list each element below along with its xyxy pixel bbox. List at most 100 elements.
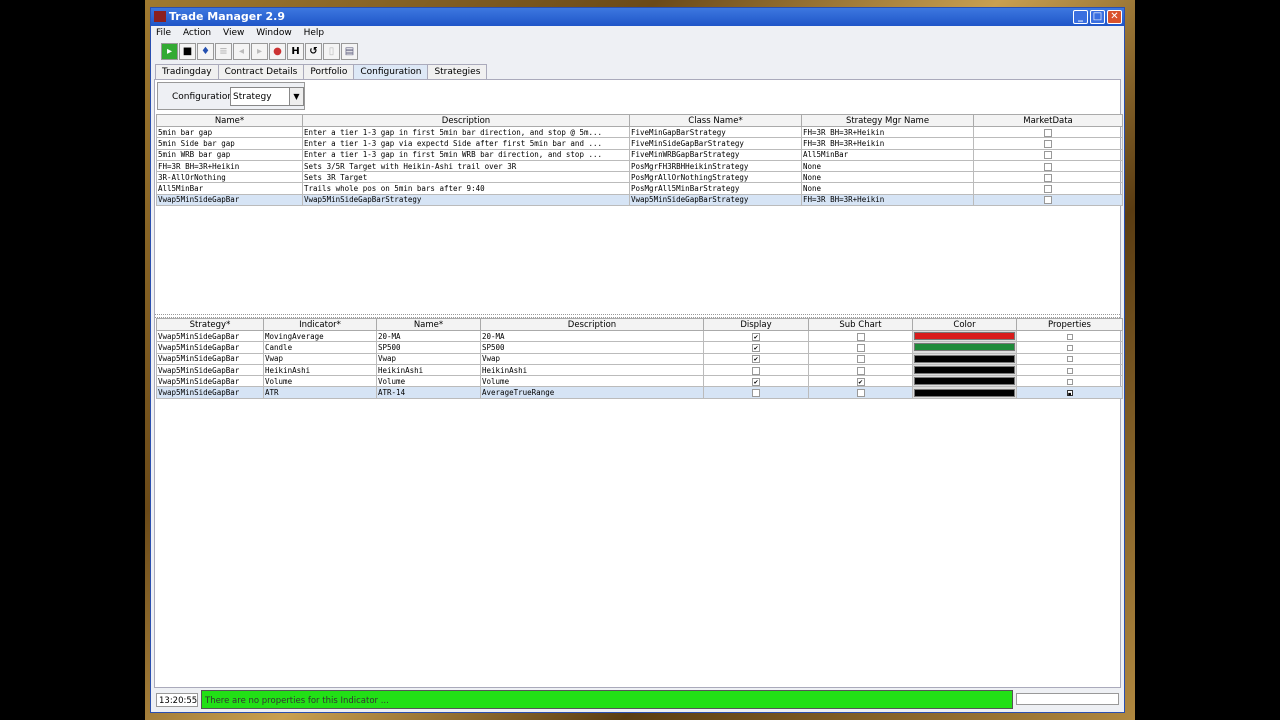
table-cell[interactable]: SP500: [376, 341, 481, 354]
save-icon[interactable]: ■: [179, 43, 196, 60]
table-cell[interactable]: Enter a tier 1-3 gap via expectd Side af…: [302, 137, 630, 150]
column-header[interactable]: Color: [912, 318, 1017, 331]
table-cell[interactable]: All5MinBar: [801, 148, 974, 161]
connect-icon[interactable]: ♦: [197, 43, 214, 60]
tab-contract-details[interactable]: Contract Details: [217, 64, 305, 79]
back-icon[interactable]: ◂: [233, 43, 250, 60]
sub-chart-checkbox[interactable]: [856, 343, 865, 352]
menu-view[interactable]: View: [223, 28, 244, 38]
properties-cell[interactable]: [1016, 329, 1123, 343]
properties-cell[interactable]: [1016, 341, 1123, 354]
display-cell[interactable]: ✔: [703, 341, 809, 354]
table-cell[interactable]: Vwap: [376, 352, 481, 365]
sub-chart-cell[interactable]: [808, 352, 913, 365]
table-cell[interactable]: ATR-14: [376, 386, 481, 399]
menu-help[interactable]: Help: [304, 28, 325, 38]
table-cell[interactable]: Vwap5MinSideGapBarStrategy: [302, 193, 630, 207]
table-row[interactable]: Vwap5MinSideGapBar Candle SP500 SP500 ✔: [156, 341, 1123, 354]
table-row[interactable]: Vwap5MinSideGapBar Vwap Vwap Vwap ✔: [156, 352, 1123, 365]
display-cell[interactable]: [703, 363, 809, 377]
color-swatch[interactable]: [914, 377, 1015, 386]
table-row[interactable]: FH=3R BH=3R+Heikin Sets 3/5R Target with …: [156, 159, 1123, 173]
sub-chart-cell[interactable]: [808, 363, 913, 377]
table-cell[interactable]: None: [801, 159, 974, 173]
sub-chart-checkbox[interactable]: [856, 389, 865, 398]
table-cell[interactable]: Volume: [263, 375, 377, 388]
color-cell[interactable]: [912, 352, 1017, 365]
maximize-button[interactable]: □: [1090, 10, 1105, 24]
column-header[interactable]: Name*: [156, 114, 303, 127]
table-row[interactable]: Vwap5MinSideGapBar ATR ATR-14 AverageTrueRa…: [156, 386, 1123, 399]
table-cell[interactable]: Vwap: [263, 352, 377, 365]
delete-icon[interactable]: ≡: [215, 43, 232, 60]
heikin-icon[interactable]: H: [287, 43, 304, 60]
refresh-icon[interactable]: ↺: [305, 43, 322, 60]
table-cell[interactable]: PosMgrAllOrNothingStrategy: [629, 171, 802, 184]
color-swatch[interactable]: [914, 343, 1015, 352]
market-data-checkbox[interactable]: [1044, 173, 1052, 182]
market-data-cell[interactable]: [973, 182, 1123, 195]
display-checkbox[interactable]: ✔: [752, 332, 760, 341]
sub-chart-cell[interactable]: [808, 329, 913, 343]
menu-window[interactable]: Window: [256, 28, 292, 38]
column-header[interactable]: MarketData: [973, 114, 1123, 127]
table-cell[interactable]: 5min bar gap: [156, 125, 303, 139]
tab-tradingday[interactable]: Tradingday: [155, 64, 219, 79]
stop-icon[interactable]: ●: [269, 43, 286, 60]
display-cell[interactable]: ✔: [703, 329, 809, 343]
table-cell[interactable]: FiveMinSideGapBarStrategy: [629, 137, 802, 150]
market-data-cell[interactable]: [973, 193, 1123, 207]
table-cell[interactable]: Vwap5MinSideGapBar: [156, 363, 264, 377]
minimize-button[interactable]: _: [1073, 10, 1088, 24]
market-data-cell[interactable]: [973, 125, 1123, 139]
market-data-checkbox[interactable]: [1044, 196, 1052, 205]
market-data-cell[interactable]: [973, 148, 1123, 161]
table-row[interactable]: Vwap5MinSideGapBar MovingAverage 20-MA 20-M…: [156, 329, 1123, 343]
table-cell[interactable]: SP500: [480, 341, 704, 354]
display-checkbox[interactable]: [752, 389, 760, 398]
market-data-checkbox[interactable]: [1044, 139, 1052, 148]
properties-cell[interactable]: [1016, 375, 1123, 388]
properties-cell[interactable]: [1016, 352, 1123, 365]
table-cell[interactable]: FH=3R BH=3R+Heikin: [801, 137, 974, 150]
properties-cell[interactable]: ▪: [1016, 386, 1123, 399]
table-row[interactable]: 5min Side bar gap Enter a tier 1-3 gap vi…: [156, 137, 1123, 150]
table-cell[interactable]: FiveMinWRBGapBarStrategy: [629, 148, 802, 161]
display-checkbox[interactable]: ✔: [752, 355, 760, 364]
table-cell[interactable]: Vwap5MinSideGapBar: [156, 386, 264, 399]
table-cell[interactable]: ATR: [263, 386, 377, 399]
table-cell[interactable]: 5min WRB bar gap: [156, 148, 303, 161]
title-bar[interactable]: Trade Manager 2.9 _ □ ✕: [151, 8, 1124, 26]
properties-button[interactable]: [1066, 356, 1073, 363]
table-row[interactable]: 5min bar gap Enter a tier 1-3 gap in firs…: [156, 125, 1123, 139]
table-cell[interactable]: AverageTrueRange: [480, 386, 704, 399]
sub-chart-cell[interactable]: [808, 341, 913, 354]
table-cell[interactable]: Vwap5MinSideGapBarStrategy: [629, 193, 802, 207]
color-cell[interactable]: [912, 386, 1017, 399]
table-cell[interactable]: PosMgrAll5MinBarStrategy: [629, 182, 802, 195]
table-cell[interactable]: None: [801, 182, 974, 195]
table-cell[interactable]: 20-MA: [480, 329, 704, 343]
sub-chart-cell[interactable]: ✔: [808, 375, 913, 388]
table-cell[interactable]: Enter a tier 1-3 gap in first 5min WRB b…: [302, 148, 630, 161]
table-row[interactable]: All5MinBar Trails whole pos on 5min bars …: [156, 182, 1123, 195]
table-cell[interactable]: MovingAverage: [263, 329, 377, 343]
table-cell[interactable]: 3R-AllOrNothing: [156, 171, 303, 184]
color-cell[interactable]: [912, 329, 1017, 343]
table-cell[interactable]: Volume: [376, 375, 481, 388]
sub-chart-checkbox[interactable]: ✔: [856, 377, 865, 386]
table-cell[interactable]: Vwap5MinSideGapBar: [156, 341, 264, 354]
column-header[interactable]: Sub Chart: [808, 318, 913, 331]
sub-chart-cell[interactable]: [808, 386, 913, 399]
table-cell[interactable]: Sets 3/5R Target with Heikin-Ashi trail …: [302, 159, 630, 173]
table-row[interactable]: Vwap5MinSideGapBar Vwap5MinSideGapBarStra…: [156, 193, 1123, 207]
menu-file[interactable]: File: [156, 28, 171, 38]
color-cell[interactable]: [912, 375, 1017, 388]
table-row[interactable]: Vwap5MinSideGapBar HeikinAshi HeikinAshi He…: [156, 363, 1123, 377]
column-header[interactable]: Indicator*: [263, 318, 377, 331]
table-cell[interactable]: FH=3R BH=3R+Heikin: [801, 193, 974, 207]
display-checkbox[interactable]: ✔: [752, 343, 760, 352]
properties-button[interactable]: [1066, 367, 1073, 374]
table-row[interactable]: Vwap5MinSideGapBar Volume Volume Volume ✔ ✔: [156, 375, 1123, 388]
table-cell[interactable]: 20-MA: [376, 329, 481, 343]
